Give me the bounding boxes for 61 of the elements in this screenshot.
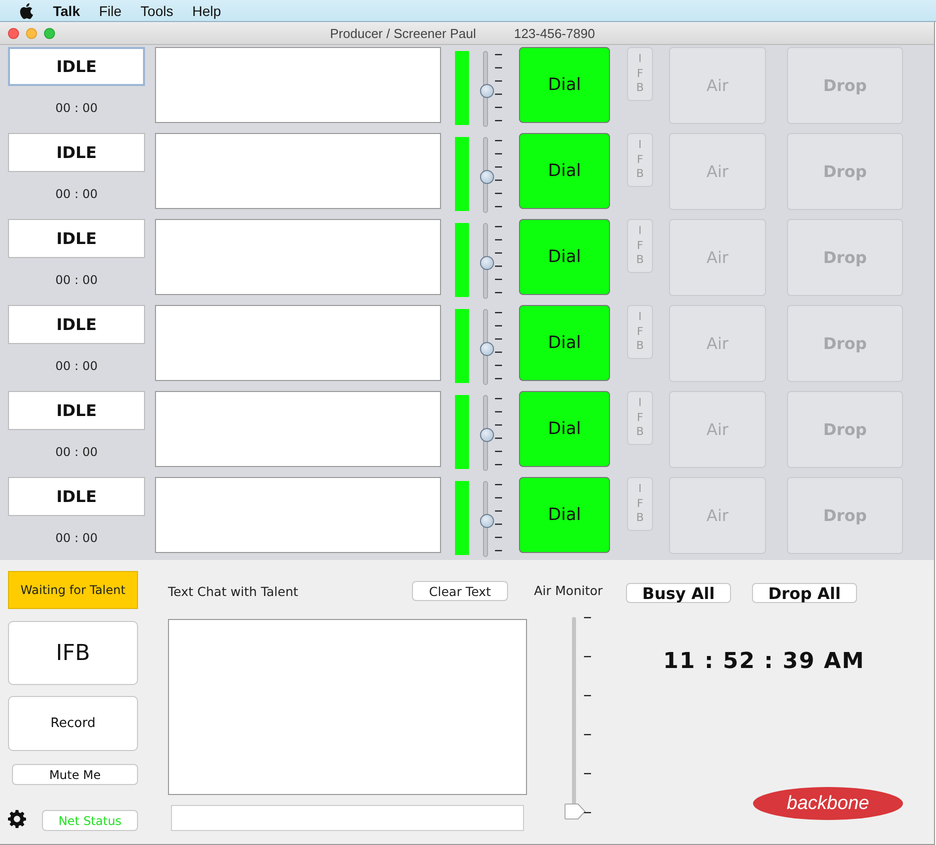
record-button[interactable]: Record bbox=[8, 696, 138, 751]
call-timer: 00 : 00 bbox=[54, 187, 99, 201]
minimize-button[interactable] bbox=[26, 28, 37, 38]
slider-ticks bbox=[495, 226, 502, 294]
slider-ticks bbox=[495, 398, 502, 466]
caller-info-box[interactable] bbox=[155, 219, 441, 295]
clear-text-button[interactable]: Clear Text bbox=[412, 581, 508, 601]
zoom-button[interactable] bbox=[44, 28, 55, 38]
mute-button[interactable]: Mute Me bbox=[12, 764, 138, 785]
air-monitor-label: Air Monitor bbox=[534, 583, 604, 598]
status-display: IDLE bbox=[8, 133, 145, 172]
app-menu[interactable]: Talk bbox=[53, 2, 80, 18]
apple-icon bbox=[19, 2, 33, 18]
net-status-button[interactable]: Net Status bbox=[42, 810, 138, 831]
window-title: Producer / Screener Paul bbox=[330, 26, 476, 40]
air-monitor-slider[interactable] bbox=[564, 617, 592, 820]
caller-info-box[interactable] bbox=[155, 477, 441, 553]
talent-status-button[interactable]: Waiting for Talent bbox=[8, 571, 138, 609]
call-timer: 00 : 00 bbox=[54, 531, 99, 545]
slider-ticks bbox=[495, 54, 502, 122]
menu-item[interactable]: Help bbox=[192, 2, 222, 18]
caller-info-box[interactable] bbox=[155, 133, 441, 209]
status-display: IDLE bbox=[8, 391, 145, 430]
dial-button[interactable]: Dial bbox=[519, 133, 610, 209]
slider-thumb[interactable] bbox=[480, 256, 494, 270]
dial-button[interactable]: Dial bbox=[519, 47, 610, 123]
call-timer: 00 : 00 bbox=[54, 101, 99, 115]
backbone-logo: backbone bbox=[753, 787, 903, 820]
dial-button[interactable]: Dial bbox=[519, 219, 610, 295]
status-display: IDLE bbox=[8, 47, 145, 86]
slider-thumb[interactable] bbox=[480, 170, 494, 184]
chat-label: Text Chat with Talent bbox=[168, 584, 298, 598]
slider-ticks bbox=[495, 312, 502, 380]
menu-item[interactable]: Tools bbox=[140, 2, 174, 18]
slider-ticks bbox=[495, 484, 502, 552]
call-timer: 00 : 00 bbox=[54, 359, 99, 373]
status-display: IDLE bbox=[8, 219, 145, 258]
chat-input-field[interactable] bbox=[171, 805, 524, 831]
slider-thumb[interactable] bbox=[480, 514, 494, 528]
slider-ticks bbox=[495, 140, 502, 208]
busy-all-button[interactable]: Busy All bbox=[626, 583, 731, 603]
slider-thumb[interactable] bbox=[480, 428, 494, 442]
status-display: IDLE bbox=[8, 305, 145, 344]
caller-info-box[interactable] bbox=[155, 47, 441, 123]
menu-item[interactable]: File bbox=[98, 2, 122, 18]
phone-number: 123-456-7890 bbox=[514, 26, 595, 40]
dial-button[interactable]: Dial bbox=[519, 305, 610, 381]
slider-thumb[interactable] bbox=[480, 342, 494, 356]
caller-info-box[interactable] bbox=[155, 305, 441, 381]
call-timer: 00 : 00 bbox=[54, 445, 99, 459]
drop-all-button[interactable]: Drop All bbox=[752, 583, 857, 603]
ifb-button[interactable]: IFB bbox=[8, 621, 138, 685]
close-button[interactable] bbox=[8, 28, 19, 38]
dial-button[interactable]: Dial bbox=[519, 477, 610, 553]
clock: 11 : 52 : 39 AM bbox=[662, 649, 866, 674]
status-display: IDLE bbox=[8, 477, 145, 516]
slider-thumb[interactable] bbox=[480, 84, 494, 98]
settings-icon bbox=[8, 810, 26, 828]
dial-button[interactable]: Dial bbox=[519, 391, 610, 467]
caller-info-box[interactable] bbox=[155, 391, 441, 467]
call-timer: 00 : 00 bbox=[54, 273, 99, 287]
